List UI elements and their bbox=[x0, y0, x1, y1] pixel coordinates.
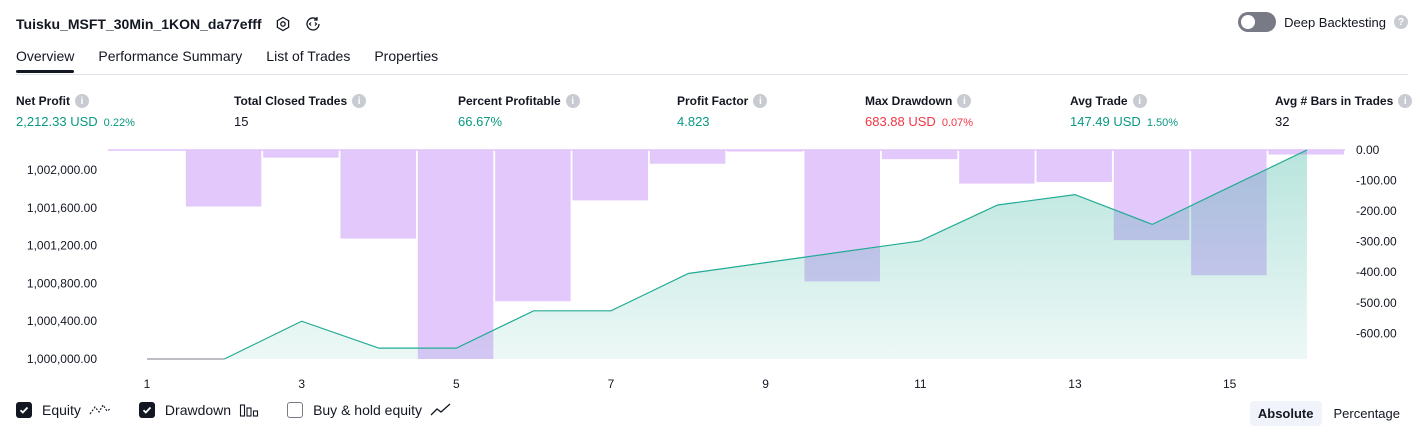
info-icon[interactable]: i bbox=[565, 94, 580, 108]
stat-label: Total Closed Trades bbox=[234, 94, 348, 108]
drawdown-bar bbox=[417, 150, 494, 359]
tabs-divider bbox=[16, 74, 1408, 75]
stat-max-drawdown: Max Drawdown i 683.88 USD 0.07% bbox=[865, 94, 973, 129]
stat-label: Avg # Bars in Trades bbox=[1275, 94, 1394, 108]
strategy-title: Tuisku_MSFT_30Min_1KON_da77efff bbox=[16, 16, 262, 32]
chart-legend: Equity Drawdown Buy & hold equity bbox=[16, 402, 480, 418]
x-axis-tick-label: 9 bbox=[762, 377, 769, 391]
info-icon[interactable]: i bbox=[352, 94, 367, 108]
right-axis-tick-label: -100.00 bbox=[1356, 174, 1397, 188]
tab-list-of-trades[interactable]: List of Trades bbox=[266, 48, 350, 72]
percentage-button[interactable]: Percentage bbox=[1326, 401, 1409, 426]
right-axis-tick-label: -200.00 bbox=[1356, 204, 1397, 218]
drawdown-bar bbox=[185, 150, 262, 207]
deep-backtesting: Deep Backtesting ? bbox=[1238, 12, 1408, 32]
x-axis-tick-label: 3 bbox=[298, 377, 305, 391]
legend-buy-hold[interactable]: Buy & hold equity bbox=[287, 402, 452, 418]
stat-value: 147.49 USD bbox=[1070, 114, 1141, 129]
right-axis-tick-label: -500.00 bbox=[1356, 296, 1397, 310]
drawdown-bar bbox=[727, 150, 803, 152]
stat-label: Avg Trade bbox=[1070, 94, 1128, 108]
x-axis-tick-label: 5 bbox=[453, 377, 460, 391]
left-axis-tick-label: 1,000,000.00 bbox=[27, 352, 97, 366]
legend-label: Equity bbox=[42, 402, 81, 418]
stat-avg-bars: Avg # Bars in Trades i 32 bbox=[1275, 94, 1413, 129]
report-tabs: Overview Performance Summary List of Tra… bbox=[16, 48, 438, 73]
stat-value: 683.88 USD bbox=[865, 114, 936, 129]
stat-value: 15 bbox=[234, 114, 249, 129]
x-axis-tick-label: 1 bbox=[144, 377, 151, 391]
x-axis-tick-label: 11 bbox=[914, 377, 927, 391]
right-axis-tick-label: 0.00 bbox=[1356, 143, 1380, 157]
drawdown-bar bbox=[959, 150, 1035, 184]
strategy-header: Tuisku_MSFT_30Min_1KON_da77efff bbox=[16, 12, 322, 36]
checkbox-checked-icon[interactable] bbox=[16, 402, 32, 418]
buy-hold-line-icon bbox=[430, 403, 452, 417]
checkbox-checked-icon[interactable] bbox=[138, 402, 155, 418]
stat-net-profit: Net Profit i 2,212.33 USD 0.22% bbox=[16, 94, 135, 129]
tab-properties[interactable]: Properties bbox=[374, 48, 438, 72]
drawdown-bar bbox=[572, 150, 648, 201]
info-icon[interactable]: i bbox=[753, 94, 768, 108]
right-axis-tick-label: -300.00 bbox=[1356, 235, 1397, 249]
source-code-icon[interactable] bbox=[304, 15, 322, 33]
stat-value: 2,212.33 USD bbox=[16, 114, 98, 129]
stat-value: 4.823 bbox=[677, 114, 710, 129]
stat-label: Percent Profitable bbox=[458, 94, 561, 108]
right-axis-tick-label: -600.00 bbox=[1356, 326, 1397, 340]
toggle-knob bbox=[1241, 15, 1256, 29]
drawdown-bar bbox=[340, 150, 416, 239]
tab-overview[interactable]: Overview bbox=[16, 48, 75, 73]
info-icon[interactable]: i bbox=[75, 94, 89, 108]
info-icon[interactable]: i bbox=[957, 94, 972, 108]
stat-percent: 0.07% bbox=[941, 117, 974, 129]
legend-equity[interactable]: Equity bbox=[16, 402, 111, 418]
drawdown-bar bbox=[495, 150, 571, 302]
legend-label: Buy & hold equity bbox=[313, 402, 423, 418]
checkbox-unchecked-icon[interactable] bbox=[287, 402, 304, 418]
stat-profit-factor: Profit Factor i 4.823 bbox=[677, 94, 768, 129]
left-axis-tick-label: 1,000,400.00 bbox=[27, 314, 97, 328]
stat-label: Profit Factor bbox=[677, 94, 749, 108]
info-icon[interactable]: i bbox=[1398, 94, 1413, 108]
equity-drawdown-chart[interactable]: 1,000,000.00 1,000,400.00 1,000,800.00 1,00… bbox=[0, 140, 1424, 398]
left-axis-tick-label: 1,001,200.00 bbox=[27, 239, 97, 253]
left-axis-tick-label: 1,001,600.00 bbox=[27, 201, 97, 215]
drawdown-bars-icon bbox=[239, 403, 259, 417]
legend-label: Drawdown bbox=[164, 402, 232, 418]
legend-drawdown[interactable]: Drawdown bbox=[138, 402, 259, 418]
absolute-button[interactable]: Absolute bbox=[1249, 401, 1322, 426]
x-axis-tick-label: 7 bbox=[608, 377, 615, 391]
stat-value: 66.67% bbox=[458, 114, 503, 129]
stat-percent-profitable: Percent Profitable i 66.67% bbox=[458, 94, 580, 129]
drawdown-bar bbox=[1036, 150, 1112, 183]
stat-percent: 1.50% bbox=[1146, 117, 1179, 129]
left-axis-tick-label: 1,002,000.00 bbox=[27, 163, 97, 177]
deep-backtesting-toggle[interactable] bbox=[1238, 12, 1277, 32]
scale-mode-toggle: Absolute Percentage bbox=[1249, 401, 1409, 426]
stat-label: Max Drawdown bbox=[865, 94, 953, 108]
stat-percent: 0.22% bbox=[103, 117, 135, 129]
x-axis-tick-label: 15 bbox=[1223, 377, 1237, 391]
stat-label: Net Profit bbox=[16, 94, 70, 108]
right-axis-tick-label: -400.00 bbox=[1356, 265, 1397, 279]
settings-icon[interactable] bbox=[274, 15, 292, 33]
x-axis-tick-label: 13 bbox=[1068, 377, 1082, 391]
stat-total-closed-trades: Total Closed Trades i 15 bbox=[234, 94, 367, 129]
drawdown-bar bbox=[881, 150, 958, 160]
drawdown-bar bbox=[263, 150, 339, 158]
equity-line-icon bbox=[89, 403, 111, 417]
help-icon[interactable]: ? bbox=[1394, 15, 1408, 29]
info-icon[interactable]: i bbox=[1132, 94, 1147, 108]
stat-avg-trade: Avg Trade i 147.49 USD 1.50% bbox=[1070, 94, 1178, 129]
left-axis-tick-label: 1,000,800.00 bbox=[27, 276, 97, 290]
deep-backtesting-label: Deep Backtesting bbox=[1284, 14, 1386, 30]
drawdown-bar bbox=[649, 150, 726, 164]
tab-performance-summary[interactable]: Performance Summary bbox=[98, 48, 242, 72]
stat-value: 32 bbox=[1275, 114, 1290, 129]
